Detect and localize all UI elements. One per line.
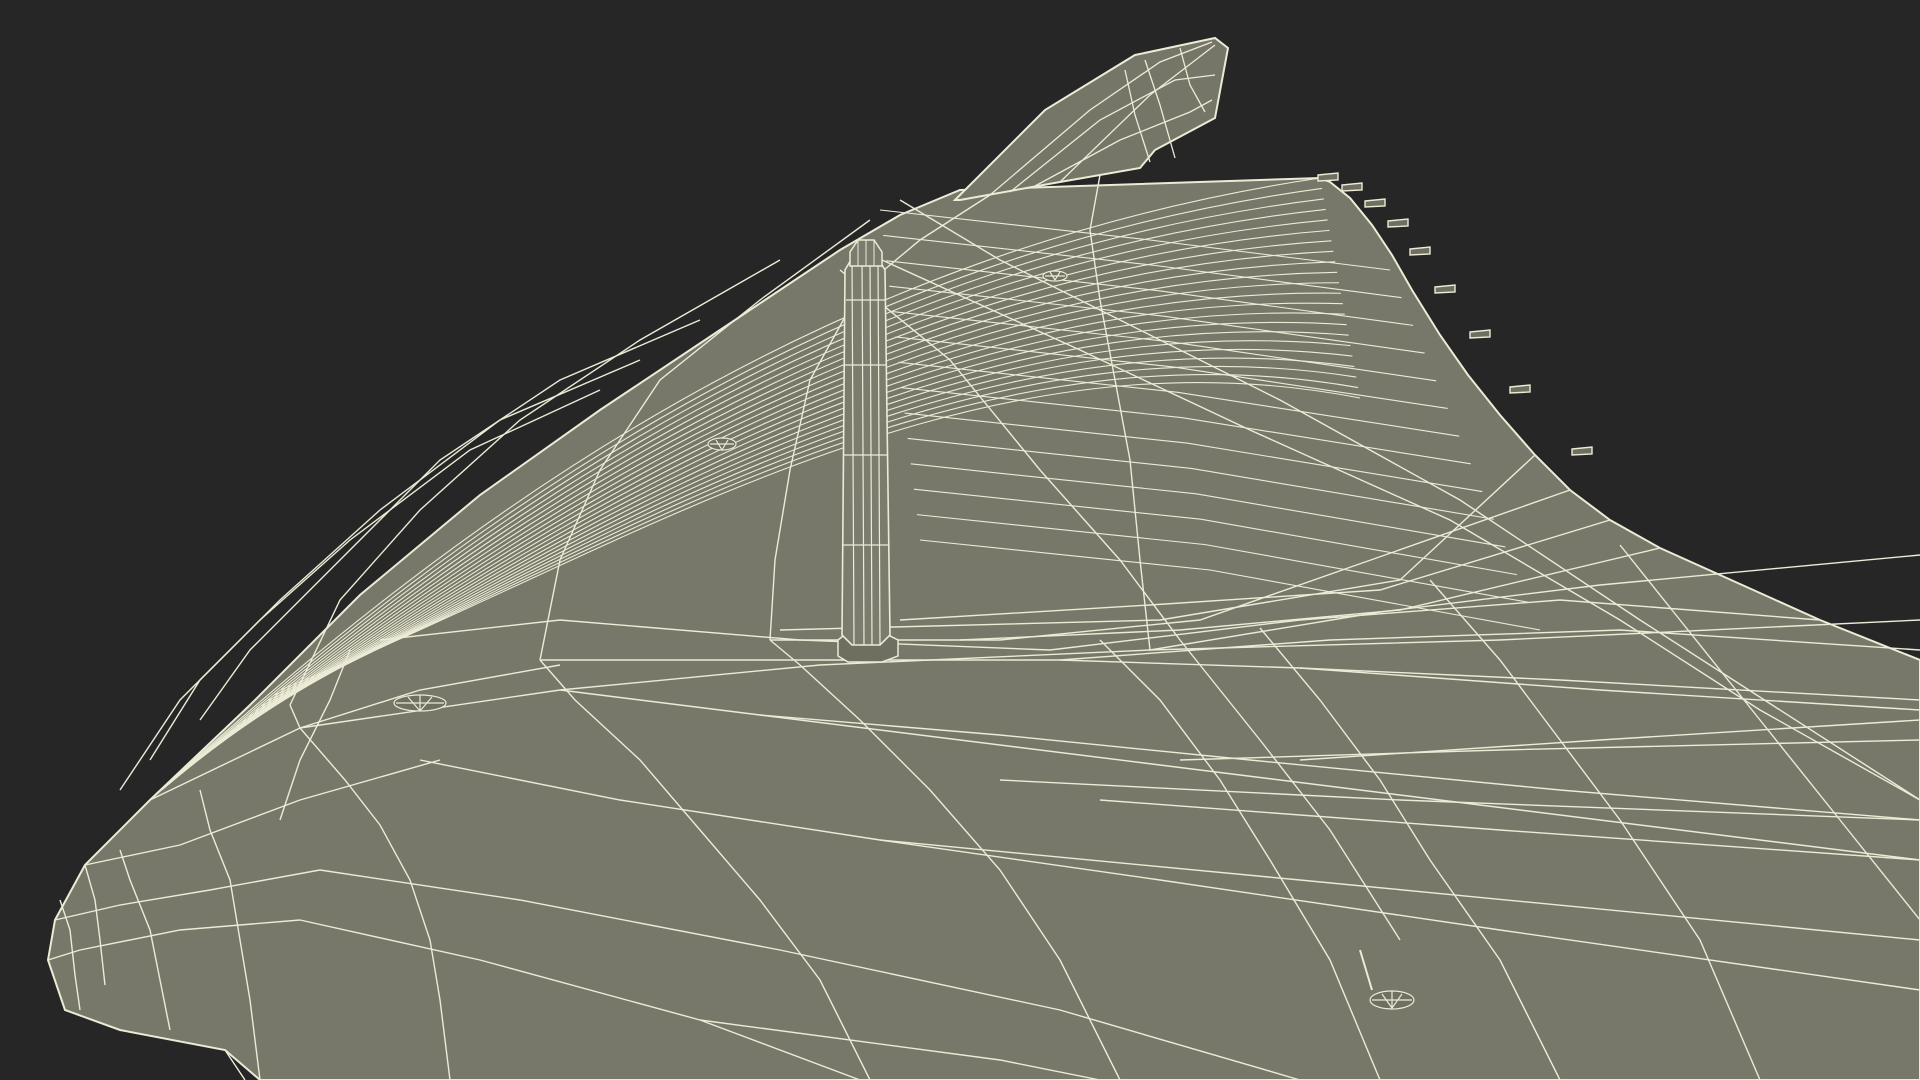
antenna-dome-1 bbox=[1042, 270, 1068, 282]
probe bbox=[1469, 329, 1491, 339]
render-viewport bbox=[0, 0, 1920, 1080]
probe bbox=[1341, 182, 1363, 192]
wireframe-scene bbox=[0, 0, 1920, 1080]
mast-shaft bbox=[841, 257, 891, 646]
probe bbox=[1317, 172, 1339, 182]
probe bbox=[1434, 284, 1456, 294]
probe bbox=[1364, 198, 1386, 208]
probe bbox=[1387, 218, 1409, 228]
probe bbox=[1571, 446, 1593, 456]
antenna-dome-2 bbox=[707, 437, 737, 451]
antenna-dome-3 bbox=[393, 694, 447, 712]
probe bbox=[1509, 384, 1531, 394]
probe bbox=[1409, 246, 1431, 256]
